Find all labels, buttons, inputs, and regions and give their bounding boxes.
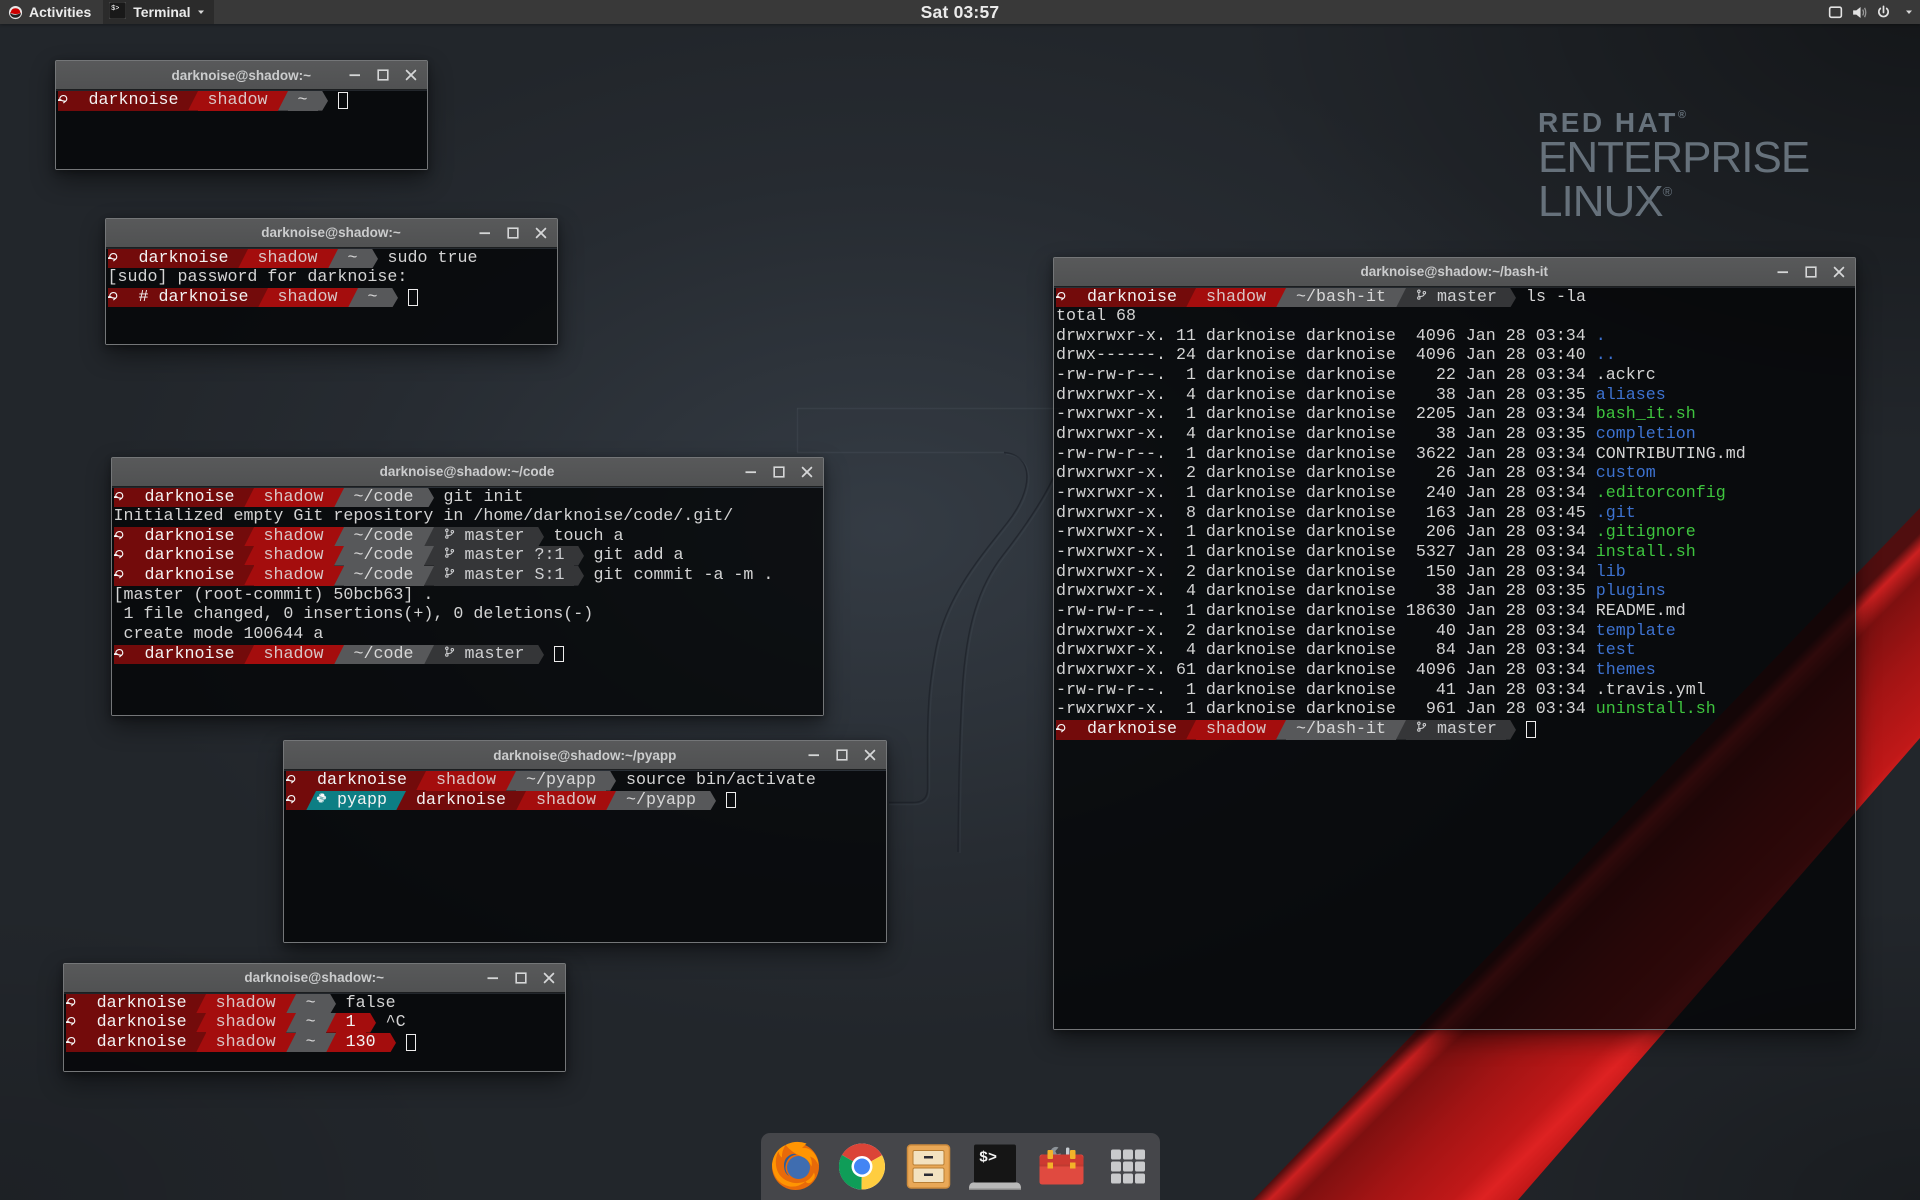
svg-text:$>: $> [111,5,119,13]
svg-text:$>: $> [979,1150,997,1167]
